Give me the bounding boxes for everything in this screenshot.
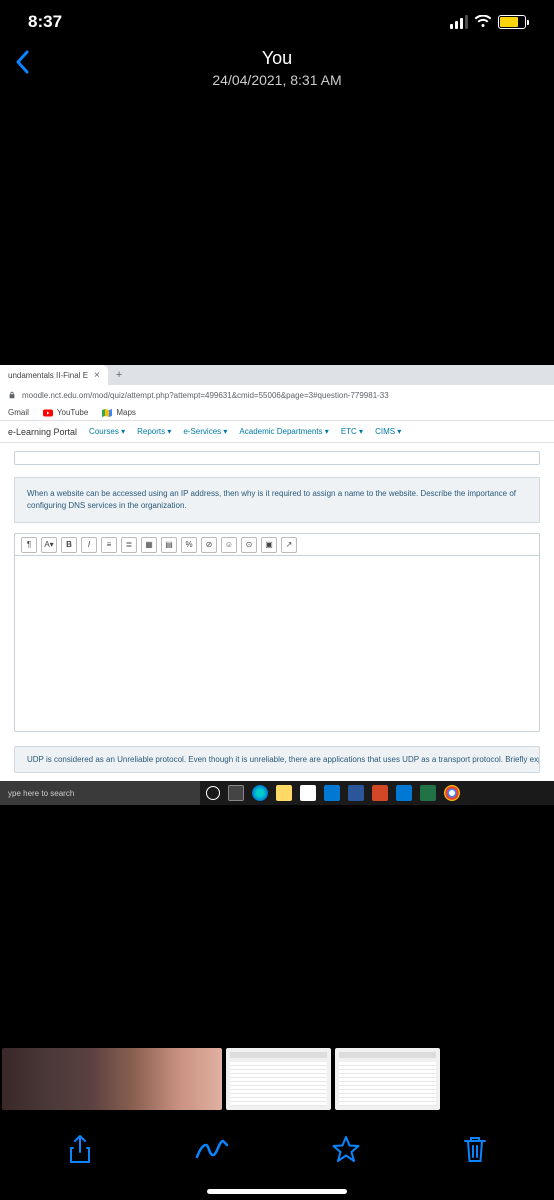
close-icon[interactable]: × xyxy=(94,370,100,381)
paragraph-button[interactable]: ¶ xyxy=(21,537,37,553)
quiz-content: When a website can be accessed using an … xyxy=(0,443,554,781)
url-text: moodle.nct.edu.om/mod/quiz/attempt.php?a… xyxy=(22,391,389,400)
back-button[interactable] xyxy=(14,48,32,76)
battery-icon xyxy=(498,15,526,29)
thumbnail-photo[interactable] xyxy=(2,1048,222,1110)
align-button[interactable]: ▦ xyxy=(141,537,157,553)
list-ol-button[interactable]: ≣ xyxy=(121,537,137,553)
new-tab-button[interactable]: + xyxy=(108,369,130,381)
sender-name: You xyxy=(0,48,554,69)
draw-button[interactable] xyxy=(194,1137,230,1163)
file-explorer-icon[interactable] xyxy=(276,785,292,801)
editor-toolbar: ¶ A▾ B I ≡ ≣ ▦ ▤ % ⊘ ☺ ⊙ ▣ ↗ xyxy=(15,534,539,556)
image-button[interactable]: ▣ xyxy=(261,537,277,553)
nav-courses[interactable]: Courses ▾ xyxy=(89,427,125,436)
browser-tab[interactable]: undamentals II-Final E × xyxy=(0,365,108,385)
screenshot-image[interactable]: undamentals II-Final E × + moodle.nct.ed… xyxy=(0,365,554,805)
editor-textarea[interactable] xyxy=(15,556,539,731)
delete-button[interactable] xyxy=(462,1135,488,1165)
answer-editor: ¶ A▾ B I ≡ ≣ ▦ ▤ % ⊘ ☺ ⊙ ▣ ↗ xyxy=(14,533,540,732)
chrome-icon[interactable] xyxy=(444,785,460,801)
indent-button[interactable]: ▤ xyxy=(161,537,177,553)
mail-icon[interactable] xyxy=(324,785,340,801)
favorite-button[interactable] xyxy=(331,1135,361,1165)
site-nav: e-Learning Portal Courses ▾ Reports ▾ e-… xyxy=(0,421,554,443)
edge-icon[interactable] xyxy=(252,785,268,801)
share-button[interactable] xyxy=(67,1134,93,1166)
cellular-signal-icon xyxy=(450,15,468,29)
status-time: 8:37 xyxy=(28,12,62,32)
bookmark-youtube[interactable]: YouTube xyxy=(43,408,88,418)
question-text-1: When a website can be accessed using an … xyxy=(14,477,540,523)
nav-cims[interactable]: CIMS ▾ xyxy=(375,427,401,436)
browser-tab-strip: undamentals II-Final E × + xyxy=(0,365,554,385)
nav-departments[interactable]: Academic Departments ▾ xyxy=(239,427,328,436)
lock-icon xyxy=(8,391,16,399)
excel-icon[interactable] xyxy=(420,785,436,801)
emoji-button[interactable]: ☺ xyxy=(221,537,237,553)
bookmark-maps[interactable]: Maps xyxy=(102,408,136,418)
nav-etc[interactable]: ETC ▾ xyxy=(341,427,363,436)
word-icon[interactable] xyxy=(348,785,364,801)
message-header: You 24/04/2021, 8:31 AM xyxy=(0,40,554,100)
maps-icon xyxy=(102,408,112,418)
status-bar: 8:37 xyxy=(0,0,554,40)
taskview-icon[interactable] xyxy=(228,785,244,801)
outlook-icon[interactable] xyxy=(396,785,412,801)
thumbnail-doc-2[interactable] xyxy=(335,1048,440,1110)
wifi-icon xyxy=(474,15,492,29)
bold-button[interactable]: B xyxy=(61,537,77,553)
link-button[interactable]: % xyxy=(181,537,197,553)
taskbar-search[interactable]: ype here to search xyxy=(0,781,200,805)
home-indicator[interactable] xyxy=(207,1189,347,1194)
status-indicators xyxy=(450,15,526,29)
italic-button[interactable]: I xyxy=(81,537,97,553)
unlink-button[interactable]: ⊘ xyxy=(201,537,217,553)
bookmarks-bar: Gmail YouTube Maps xyxy=(0,405,554,421)
address-bar[interactable]: moodle.nct.edu.om/mod/quiz/attempt.php?a… xyxy=(0,385,554,405)
nav-eservices[interactable]: e-Services ▾ xyxy=(183,427,227,436)
nav-reports[interactable]: Reports ▾ xyxy=(137,427,171,436)
windows-taskbar: ype here to search xyxy=(0,781,554,805)
tab-title: undamentals II-Final E xyxy=(8,371,88,380)
youtube-icon xyxy=(43,408,53,418)
site-brand[interactable]: e-Learning Portal xyxy=(8,427,77,437)
thumbnail-doc-1[interactable] xyxy=(226,1048,331,1110)
cortana-icon[interactable] xyxy=(206,786,220,800)
store-icon[interactable] xyxy=(300,785,316,801)
list-ul-button[interactable]: ≡ xyxy=(101,537,117,553)
bookmark-gmail[interactable]: Gmail xyxy=(8,408,29,417)
question-text-2: UDP is considered as an Unreliable proto… xyxy=(14,746,540,773)
more-button[interactable]: ⊙ xyxy=(241,537,257,553)
expand-button[interactable]: ↗ xyxy=(281,537,297,553)
powerpoint-icon[interactable] xyxy=(372,785,388,801)
media-thumbnails xyxy=(0,1048,554,1110)
previous-answer-box[interactable] xyxy=(14,451,540,465)
action-bar xyxy=(0,1124,554,1176)
font-button[interactable]: A▾ xyxy=(41,537,57,553)
message-timestamp: 24/04/2021, 8:31 AM xyxy=(0,72,554,88)
